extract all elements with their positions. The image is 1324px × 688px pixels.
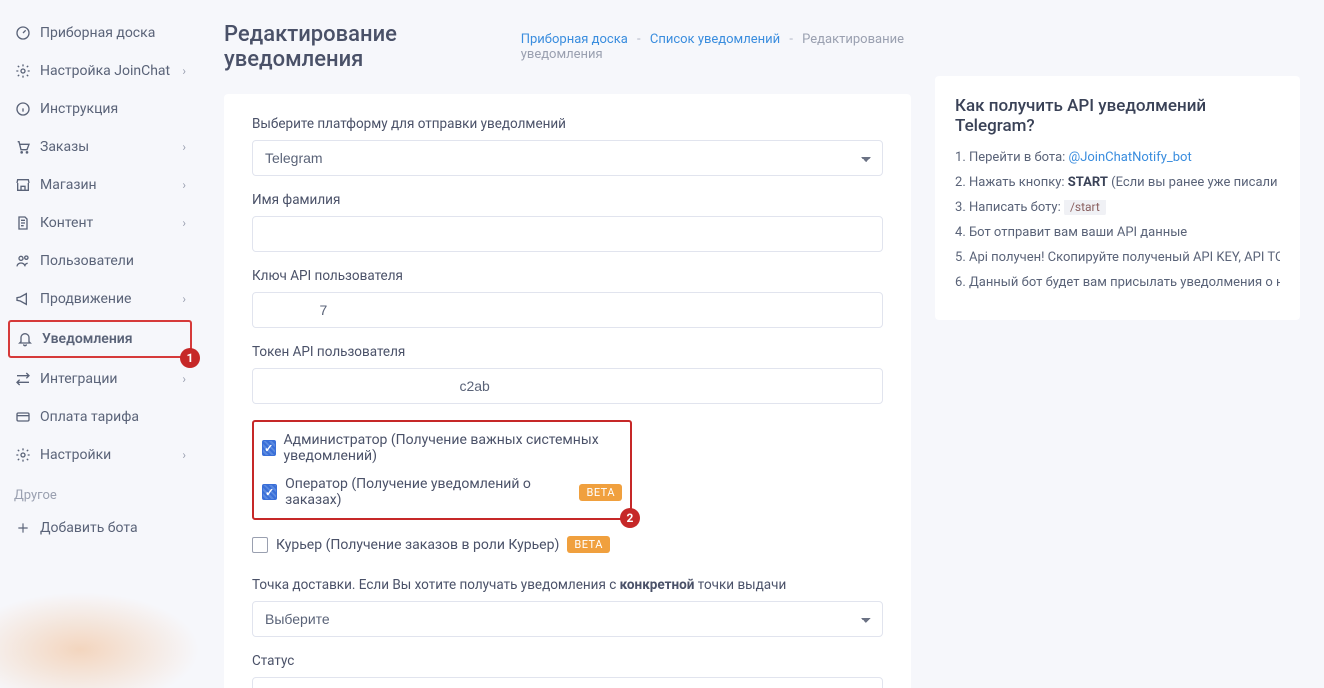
sidebar-item-label: Пользователи — [40, 253, 134, 269]
help-step-3: Написать боту: /start — [955, 200, 1280, 215]
operator-checkbox[interactable] — [262, 484, 277, 500]
sidebar-item-promo[interactable]: Продвижение › — [0, 280, 200, 318]
bell-icon — [16, 330, 34, 348]
status-label: Статус — [252, 653, 883, 669]
delivery-point-select[interactable]: Выберите — [252, 601, 883, 637]
sidebar-item-label: Добавить бота — [40, 520, 138, 536]
sidebar-item-shop[interactable]: Магазин › — [0, 166, 200, 204]
status-select[interactable]: Включено — [252, 677, 883, 688]
sidebar-item-settings[interactable]: Настройки › — [0, 436, 200, 474]
sidebar-item-orders[interactable]: Заказы › — [0, 128, 200, 166]
sidebar-item-label: Уведомления — [42, 331, 133, 347]
sidebar-item-label: Контент — [40, 215, 93, 231]
help-step-4: Бот отправит вам ваши API данные — [955, 225, 1280, 240]
page-title: Редактирование уведомления — [224, 22, 489, 72]
sidebar-item-users[interactable]: Пользователи — [0, 242, 200, 280]
sidebar: Приборная доска Настройка JoinChat › Инс… — [0, 0, 200, 688]
sidebar-item-label: Настройка JoinChat — [40, 63, 170, 79]
card-icon — [14, 408, 32, 426]
courier-checkbox[interactable] — [252, 537, 268, 553]
sidebar-item-label: Инструкция — [40, 101, 118, 117]
help-step-5: Api получен! Скопируйте полученый API KE… — [955, 250, 1280, 265]
chevron-right-icon: › — [182, 372, 186, 386]
help-step-2: Нажать кнопку: START (Если вы ранее уже … — [955, 175, 1280, 190]
delivery-point-label: Точка доставки. Если Вы хотите получать … — [252, 577, 883, 593]
admin-checkbox[interactable] — [262, 440, 276, 456]
platform-select[interactable]: Telegram — [252, 140, 883, 176]
beta-badge: BETA — [579, 484, 622, 501]
cart-icon — [14, 138, 32, 156]
gear-icon — [14, 446, 32, 464]
chevron-right-icon: › — [182, 140, 186, 154]
store-icon — [14, 176, 32, 194]
help-step-1: Перейти в бота: @JoinChatNotify_bot — [955, 150, 1280, 165]
decorative-smudge — [0, 592, 200, 688]
breadcrumb: Приборная доска - Список уведомлений - Р… — [521, 32, 911, 62]
sidebar-item-content[interactable]: Контент › — [0, 204, 200, 242]
sidebar-item-label: Продвижение — [40, 291, 131, 307]
sidebar-item-integrations[interactable]: Интеграции › — [0, 360, 200, 398]
sidebar-item-dashboard[interactable]: Приборная доска — [0, 14, 200, 52]
sidebar-item-billing[interactable]: Оплата тарифа — [0, 398, 200, 436]
role-checkbox-group: Администратор (Получение важных системны… — [252, 420, 632, 520]
sidebar-item-label: Интеграции — [40, 371, 118, 387]
main-area: Редактирование уведомления Приборная дос… — [200, 0, 1324, 688]
chevron-right-icon: › — [182, 292, 186, 306]
name-input[interactable] — [252, 216, 883, 252]
sidebar-item-instruction[interactable]: Инструкция — [0, 90, 200, 128]
chevron-right-icon: › — [182, 178, 186, 192]
sidebar-item-label: Заказы — [40, 139, 89, 155]
sidebar-item-notifications[interactable]: Уведомления 1 — [8, 320, 192, 358]
sidebar-item-joinchat[interactable]: Настройка JoinChat › — [0, 52, 200, 90]
users-icon — [14, 252, 32, 270]
help-panel: Как получить API уведолмений Telegram? П… — [935, 76, 1300, 320]
breadcrumb-dashboard[interactable]: Приборная доска — [521, 32, 628, 47]
sidebar-item-label: Магазин — [40, 177, 97, 193]
megaphone-icon — [14, 290, 32, 308]
chevron-right-icon: › — [182, 448, 186, 462]
gauge-icon — [14, 24, 32, 42]
help-step-6: Данный бот будет вам присылать уведолмен… — [955, 275, 1280, 290]
platform-label: Выберите платформу для отправки уведолме… — [252, 116, 883, 132]
api-token-input[interactable] — [252, 368, 883, 404]
api-key-input[interactable] — [252, 292, 883, 328]
help-title: Как получить API уведолмений Telegram? — [955, 96, 1280, 136]
chevron-right-icon: › — [182, 216, 186, 230]
info-icon — [14, 100, 32, 118]
api-key-label: Ключ API пользователя — [252, 268, 883, 284]
bot-link[interactable]: @JoinChatNotify_bot — [1069, 150, 1192, 165]
gear-icon — [14, 62, 32, 80]
sidebar-item-add-bot[interactable]: Добавить бота — [0, 509, 200, 547]
loop-icon — [14, 370, 32, 388]
courier-checkbox-label: Курьер (Получение заказов в роли Курьер) — [276, 537, 559, 553]
breadcrumb-list[interactable]: Список уведомлений — [650, 32, 780, 47]
sidebar-item-label: Приборная доска — [40, 25, 155, 41]
document-icon — [14, 214, 32, 232]
annotation-badge-2: 2 — [620, 508, 640, 528]
plus-icon — [14, 519, 32, 537]
admin-checkbox-label: Администратор (Получение важных системны… — [284, 432, 623, 464]
api-token-label: Токен API пользователя — [252, 344, 883, 360]
operator-checkbox-label: Оператор (Получение уведомлений о заказа… — [285, 476, 571, 508]
sidebar-item-label: Настройки — [40, 447, 111, 463]
sidebar-section-other: Другое — [0, 474, 200, 509]
chevron-right-icon: › — [182, 64, 186, 78]
beta-badge: BETA — [567, 536, 610, 553]
sidebar-item-label: Оплата тарифа — [40, 409, 139, 425]
name-label: Имя фамилия — [252, 192, 883, 208]
form-panel: Выберите платформу для отправки уведолме… — [224, 94, 911, 688]
